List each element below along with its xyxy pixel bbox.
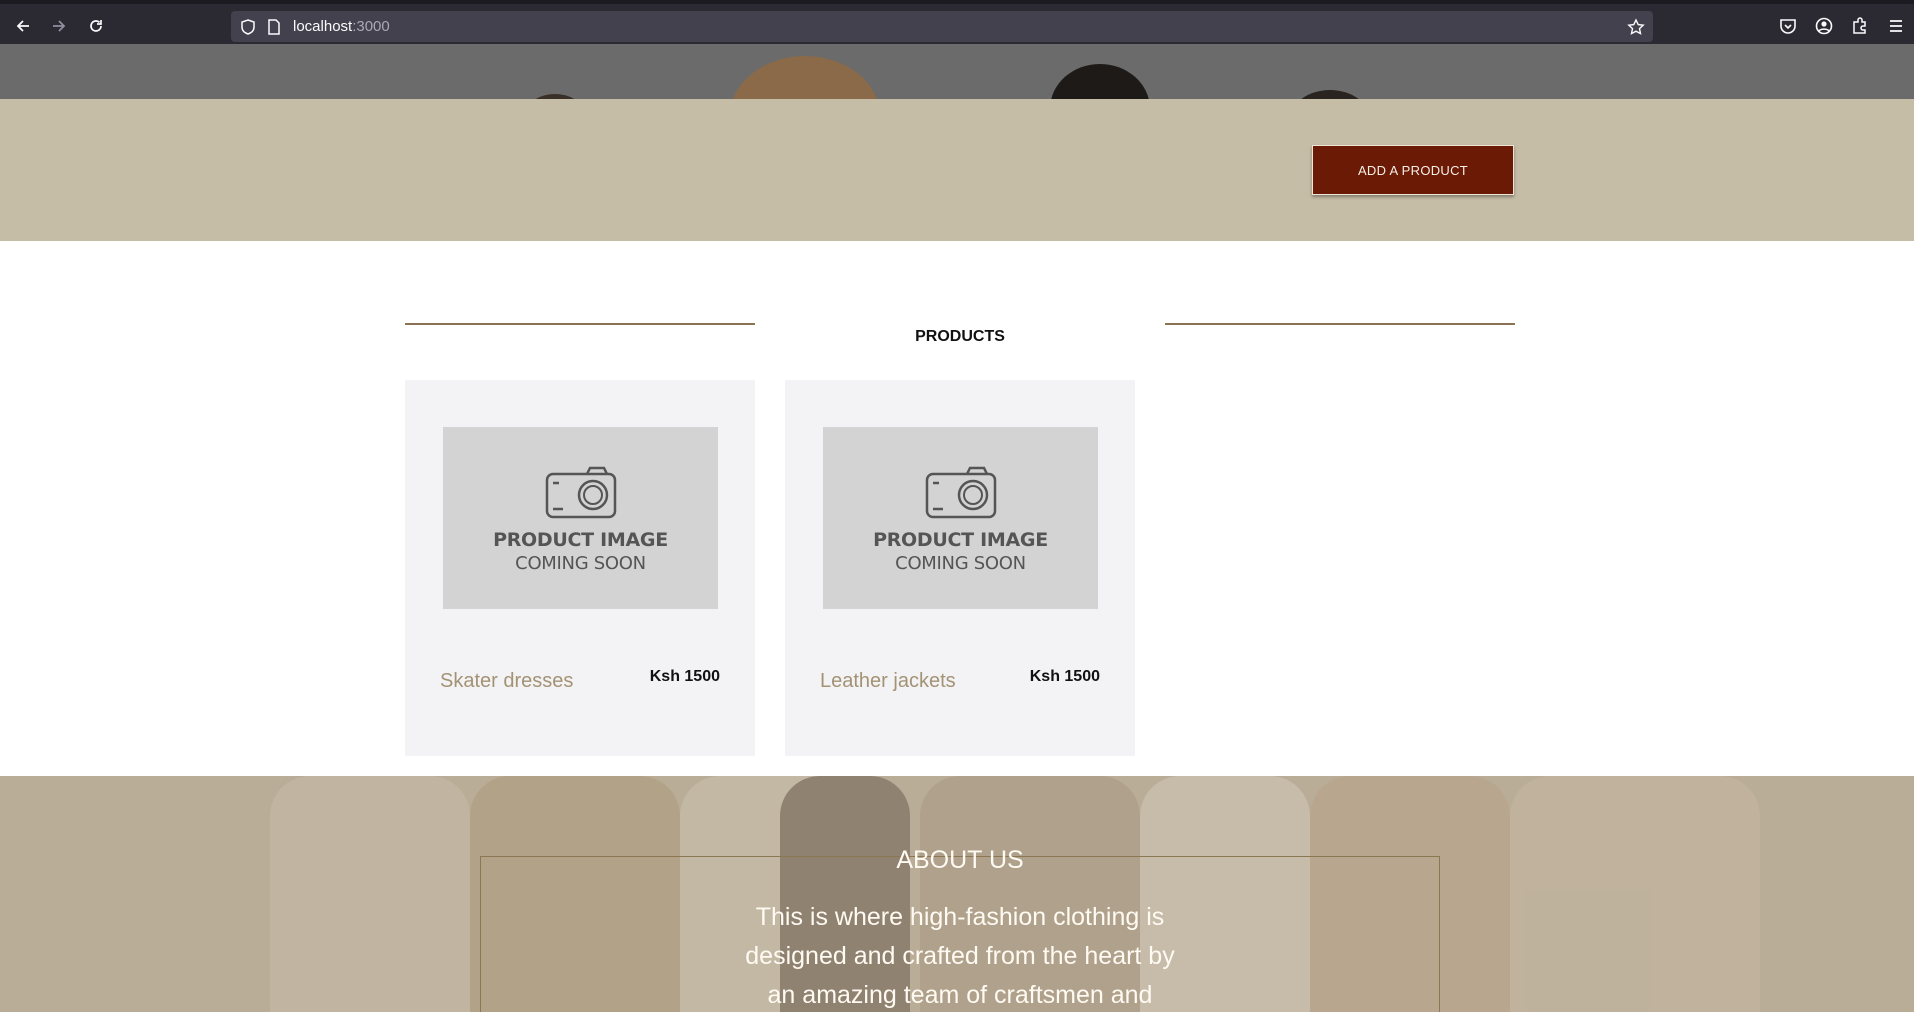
pocket-icon[interactable] [1778,16,1798,36]
bookmark-star-icon[interactable] [1627,18,1645,36]
browser-toolbar: localhost:3000 [0,0,1914,44]
product-image-placeholder: PRODUCT IMAGE COMING SOON [823,427,1098,609]
hero-figure [1290,90,1370,99]
account-icon[interactable] [1814,16,1834,36]
extensions-icon[interactable] [1850,16,1870,36]
reload-button[interactable] [84,14,108,38]
product-card[interactable]: PRODUCT IMAGE COMING SOON Leather jacket… [785,380,1135,756]
product-price: Ksh 1500 [649,668,720,685]
page-icon[interactable] [265,18,283,36]
camera-icon [925,466,997,519]
hero-figure [1050,64,1150,99]
hero-image [0,44,1914,99]
products-section: PRODUCTS PRODUCT IMAGE COMING SOON Skate… [0,241,1914,776]
reload-icon [90,20,102,32]
about-section: ABOUT US This is where high-fashion clot… [0,776,1914,1012]
hero-banner: ADD A PRODUCT [0,99,1914,241]
title-divider-right [1165,323,1515,325]
url-text: localhost:3000 [293,18,390,35]
product-card[interactable]: PRODUCT IMAGE COMING SOON Skater dresses… [405,380,755,756]
product-name[interactable]: Leather jackets [820,670,956,693]
forward-arrow-icon [53,20,66,32]
shield-icon[interactable] [239,18,257,36]
add-product-button[interactable]: ADD A PRODUCT [1312,145,1514,195]
about-text: This is where high-fashion clothing is d… [745,903,1175,1009]
camera-icon [545,466,617,519]
about-title: ABOUT US [896,846,1024,874]
title-divider-left [405,323,755,325]
product-price: Ksh 1500 [1029,668,1100,685]
menu-icon[interactable] [1886,16,1906,36]
page-content: ADD A PRODUCT PRODUCTS PRODUCT IMAGE COM… [0,44,1914,1012]
back-button[interactable] [11,14,35,38]
product-image-placeholder: PRODUCT IMAGE COMING SOON [443,427,718,609]
product-name[interactable]: Skater dresses [440,670,573,693]
forward-button[interactable] [47,14,71,38]
address-bar[interactable]: localhost:3000 [231,11,1653,42]
back-arrow-icon [16,20,29,32]
section-title: PRODUCTS [915,328,1005,345]
hero-figure [730,56,880,99]
